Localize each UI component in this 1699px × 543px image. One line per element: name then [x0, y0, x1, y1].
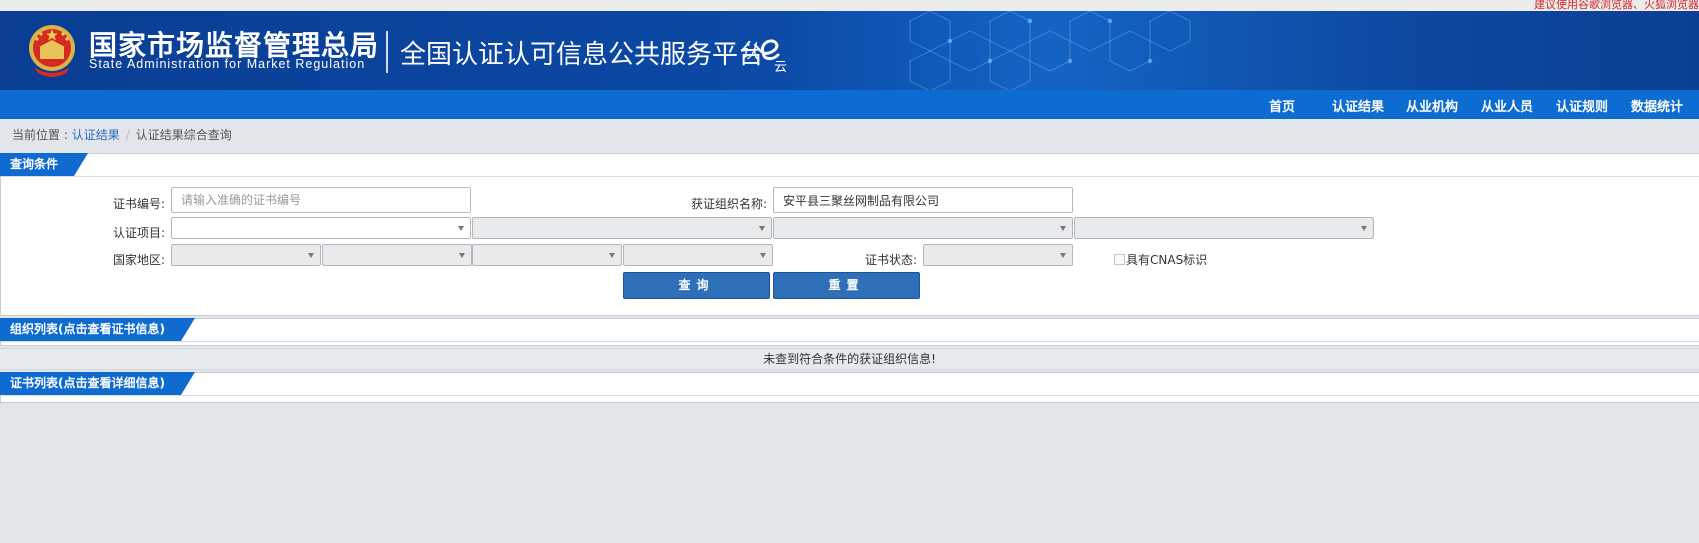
- cert-status-label: 证书状态:: [865, 253, 918, 267]
- logo-text-yun: 云: [774, 60, 787, 73]
- cert-no-input[interactable]: [171, 187, 471, 213]
- project-select-4[interactable]: [1074, 217, 1374, 239]
- region-select-3[interactable]: [472, 244, 622, 266]
- logo-text-ren: 认: [740, 41, 759, 63]
- cnas-checkbox[interactable]: [1114, 254, 1125, 265]
- nav-home[interactable]: 首页: [1269, 96, 1295, 115]
- reset-button[interactable]: 重置: [773, 272, 920, 299]
- cert-list-panel: 证书列表(点击查看详细信息): [0, 372, 1699, 403]
- cnas-checkbox-group: 具有CNAS标识: [1114, 251, 1207, 268]
- cert-list-header: 证书列表(点击查看详细信息): [1, 373, 1699, 396]
- hexagon-pattern-decoration: [909, 11, 1191, 90]
- project-select-3[interactable]: [773, 217, 1073, 239]
- cert-list-title: 证书列表(点击查看详细信息): [0, 372, 195, 395]
- project-label: 认证项目:: [113, 226, 166, 240]
- main-navbar: 首页 认证结果 从业机构 从业人员 认证规则 数据统计: [0, 90, 1699, 119]
- project-select-1[interactable]: [171, 217, 471, 239]
- region-label: 国家地区:: [113, 253, 166, 267]
- breadcrumb-link-cert-results[interactable]: 认证结果: [72, 128, 120, 142]
- org-name-input[interactable]: [773, 187, 1073, 213]
- query-conditions-panel: 查询条件 证书编号: 获证组织名称: 认证项目: 国家地区: 证书状态: 具有C…: [0, 153, 1699, 316]
- org-list-header: 组织列表(点击查看证书信息): [1, 319, 1699, 342]
- chevron-down-icon: [458, 226, 464, 231]
- chevron-down-icon: [760, 253, 766, 258]
- org-list-panel: 组织列表(点击查看证书信息): [0, 318, 1699, 346]
- breadcrumb: 当前位置 : 认证结果 / 认证结果综合查询: [12, 126, 232, 143]
- query-panel-header: 查询条件: [1, 154, 1699, 177]
- nav-statistics[interactable]: 数据统计: [1631, 96, 1683, 115]
- breadcrumb-prefix: 当前位置 :: [12, 128, 72, 142]
- chevron-down-icon: [609, 253, 615, 258]
- logo-e-mark: [761, 39, 780, 61]
- breadcrumb-separator: /: [125, 128, 130, 142]
- org-name-label: 获证组织名称:: [691, 197, 768, 211]
- region-select-2[interactable]: [322, 244, 472, 266]
- nav-cert-results[interactable]: 认证结果: [1332, 96, 1384, 115]
- national-emblem-logo: [29, 25, 75, 77]
- nav-personnel[interactable]: 从业人员: [1481, 96, 1533, 115]
- query-panel-title: 查询条件: [0, 153, 88, 176]
- platform-name: 全国认证认可信息公共服务平台: [400, 40, 765, 70]
- cnas-checkbox-label: 具有CNAS标识: [1126, 253, 1208, 267]
- region-select-1[interactable]: [171, 244, 321, 266]
- org-list-empty-message: 未查到符合条件的获证组织信息!: [0, 348, 1699, 370]
- chevron-down-icon: [308, 253, 314, 258]
- org-list-title: 组织列表(点击查看证书信息): [0, 318, 195, 341]
- renyiyun-logo: 认 云: [740, 39, 787, 73]
- cert-no-label: 证书编号:: [113, 197, 166, 211]
- breadcrumb-current: 认证结果综合查询: [135, 128, 232, 142]
- nav-cert-rules[interactable]: 认证规则: [1556, 96, 1608, 115]
- chevron-down-icon: [1060, 226, 1066, 231]
- project-select-2[interactable]: [472, 217, 772, 239]
- cert-status-select[interactable]: [923, 244, 1073, 266]
- chevron-down-icon: [1361, 226, 1367, 231]
- query-button[interactable]: 查询: [623, 272, 770, 299]
- top-notice-bar: 建议使用谷歌浏览器、火狐浏览器: [0, 0, 1699, 11]
- header-banner: 国家市场监督管理总局 State Administration for Mark…: [0, 11, 1699, 90]
- chevron-down-icon: [1060, 253, 1066, 258]
- header-divider: [386, 31, 388, 73]
- nav-institutions[interactable]: 从业机构: [1406, 96, 1458, 115]
- chevron-down-icon: [759, 226, 765, 231]
- org-name-en: State Administration for Market Regulati…: [89, 57, 366, 71]
- region-select-4[interactable]: [623, 244, 773, 266]
- chevron-down-icon: [459, 253, 465, 258]
